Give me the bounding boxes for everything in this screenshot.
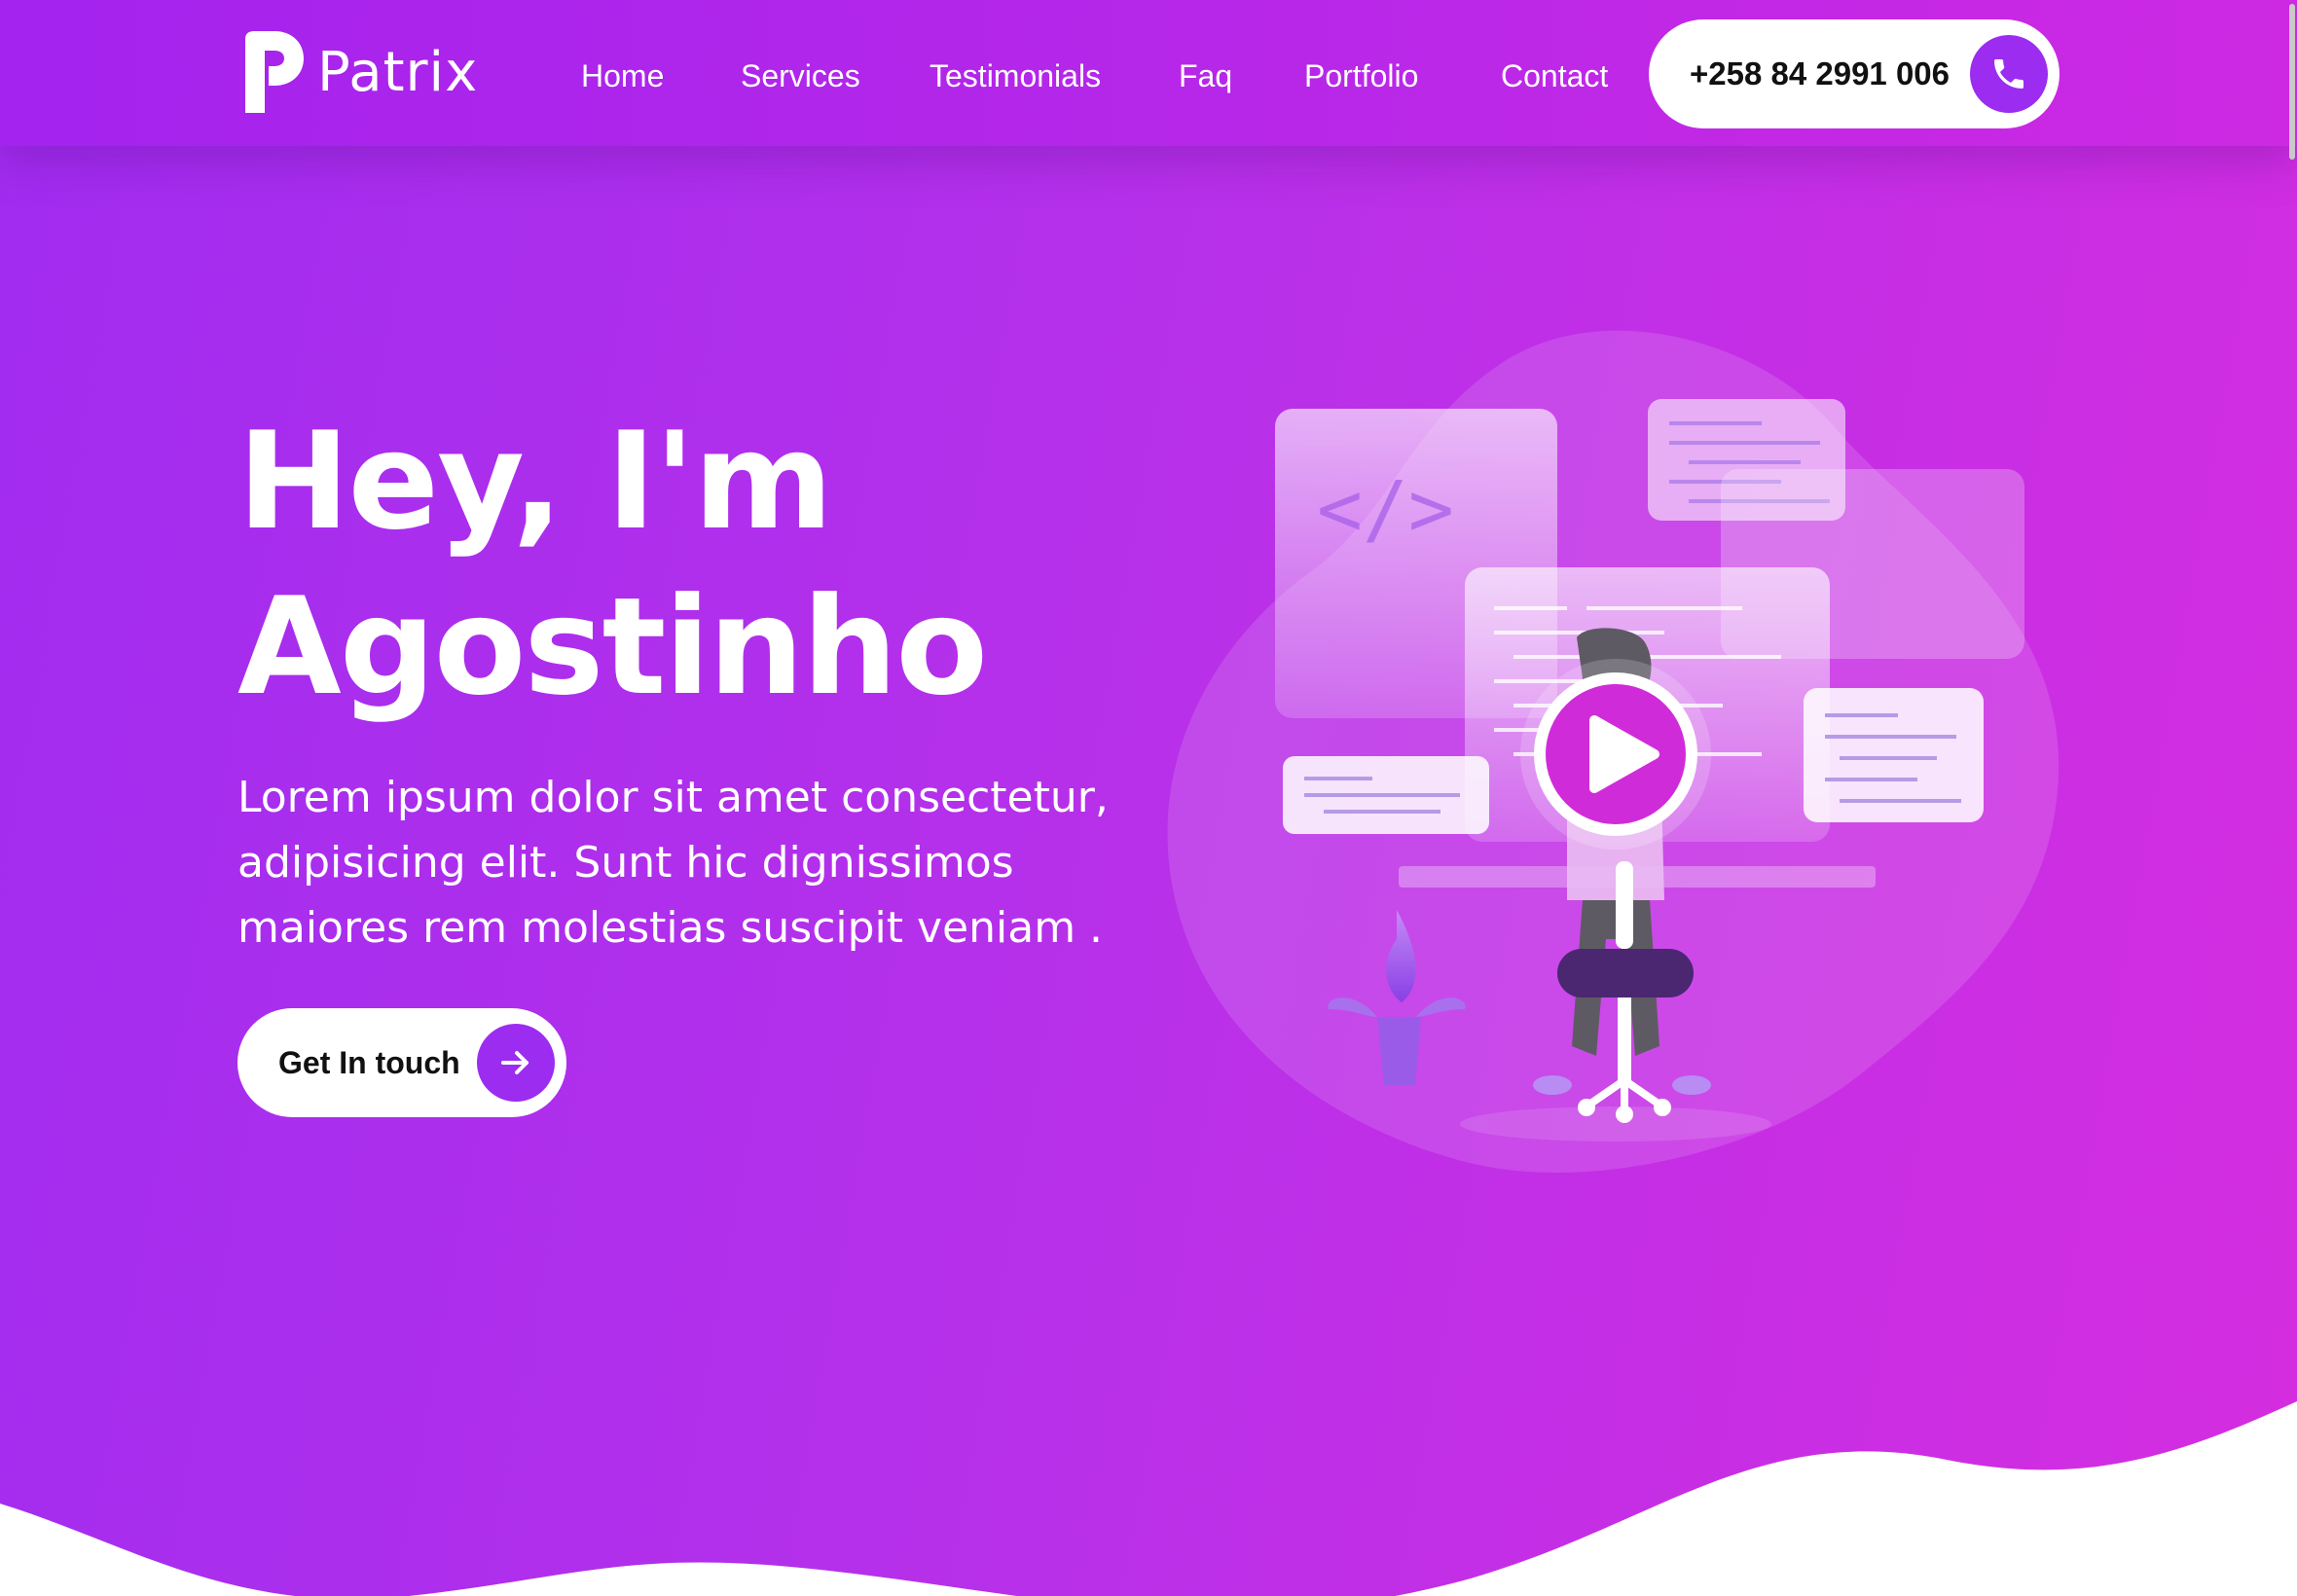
hero-title-line-2: Agostinho (237, 568, 988, 725)
nav-item-portfolio[interactable]: Portfolio (1304, 49, 1418, 103)
get-in-touch-label: Get In touch (278, 1045, 460, 1080)
hero-title-line-1: Hey, I'm (237, 403, 833, 560)
nav-item-testimonials[interactable]: Testimonials (930, 49, 1101, 103)
phone-icon (1970, 35, 2048, 113)
arrow-right-icon (477, 1024, 555, 1102)
scrollbar-thumb[interactable] (2289, 4, 2295, 160)
nav-item-contact[interactable]: Contact (1501, 49, 1608, 103)
play-icon[interactable] (1518, 657, 1713, 852)
patrix-p-logo-icon (245, 31, 304, 113)
brand-logo[interactable]: Patrix (239, 29, 478, 117)
bottom-wave (0, 1401, 2297, 1596)
phone-button[interactable]: +258 84 2991 006 (1649, 19, 2060, 128)
scrollbar[interactable] (2287, 0, 2297, 1596)
hero-section: </> Hey, I'm Agostinho Lorem ipsum dolor… (0, 0, 2297, 1596)
brand-name: Patrix (317, 41, 479, 104)
nav-item-services[interactable]: Services (741, 49, 860, 103)
phone-number: +258 84 2991 006 (1690, 55, 1951, 91)
nav-item-home[interactable]: Home (581, 49, 664, 103)
hero-title: Hey, I'm Agostinho (237, 399, 988, 730)
get-in-touch-button[interactable]: Get In touch (237, 1008, 566, 1117)
hero-description: Lorem ipsum dolor sit amet consectetur, … (237, 773, 1109, 953)
nav-item-faq[interactable]: Faq (1179, 49, 1232, 103)
svg-text:</>: </> (1317, 466, 1454, 554)
site-header: Patrix Home Services Testimonials Faq Po… (0, 0, 2297, 146)
